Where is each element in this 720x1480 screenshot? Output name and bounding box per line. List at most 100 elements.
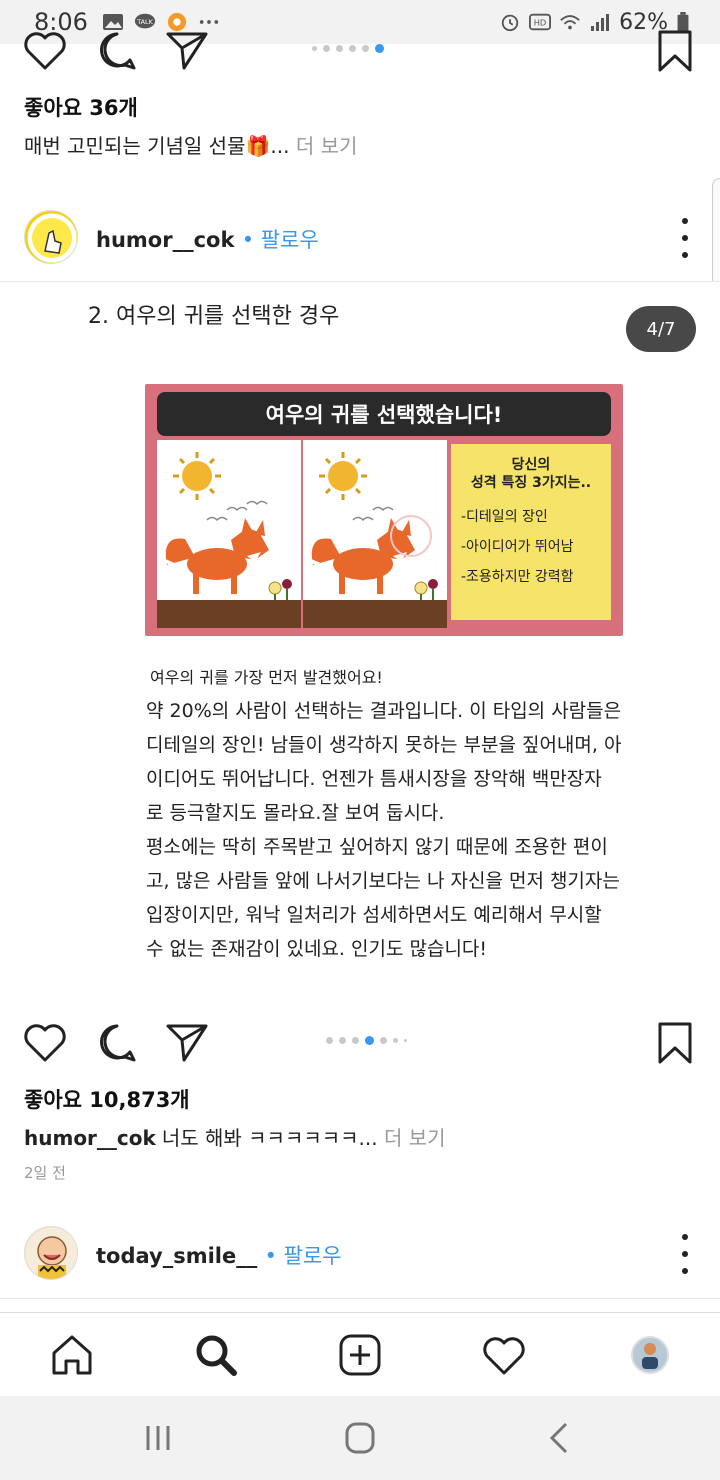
search-icon bbox=[196, 1335, 237, 1376]
like-button[interactable] bbox=[22, 28, 68, 74]
follow-button[interactable]: • 팔로우 bbox=[242, 228, 319, 252]
carousel-dot bbox=[336, 45, 343, 52]
nav-home[interactable] bbox=[48, 1331, 96, 1379]
bottom-nav bbox=[0, 1312, 720, 1396]
post-image[interactable]: 2. 여우의 귀를 선택한 경우 4/7 여우의 귀를 선택했습니다! 당신의 … bbox=[0, 282, 720, 1002]
heart-icon bbox=[483, 1337, 525, 1375]
ground bbox=[303, 600, 447, 628]
post2-caption-text: 너도 해봐 ㅋㅋㅋㅋㅋㅋ... bbox=[161, 1126, 378, 1150]
kebab-dot bbox=[682, 1268, 688, 1274]
post3-username[interactable]: today_smile__ • 팔로우 bbox=[96, 1240, 342, 1270]
divider bbox=[0, 1298, 720, 1299]
carousel-dot-active bbox=[365, 1036, 374, 1045]
svg-text:TALK: TALK bbox=[136, 18, 153, 26]
post2-username[interactable]: humor__cok • 팔로우 bbox=[96, 224, 319, 254]
kebab-dot bbox=[682, 1234, 688, 1240]
back-button[interactable] bbox=[540, 1420, 580, 1456]
post1-caption: 매번 고민되는 기념일 선물🎁... 더 보기 bbox=[24, 130, 357, 159]
carousel-dot bbox=[349, 45, 356, 52]
back-chevron-icon bbox=[549, 1422, 568, 1454]
carousel-dot bbox=[380, 1037, 387, 1044]
system-nav-bar bbox=[0, 1396, 720, 1480]
carousel-dots bbox=[312, 44, 384, 53]
more-options-button[interactable] bbox=[680, 218, 690, 258]
share-button[interactable] bbox=[164, 1020, 210, 1066]
more-link[interactable]: 더 보기 bbox=[384, 1126, 446, 1150]
result-panel: 여우의 귀를 선택했습니다! 당신의 성격 특징 3가지는.. -디테일의 장인… bbox=[145, 384, 623, 636]
nav-activity[interactable] bbox=[480, 1331, 528, 1379]
more-link[interactable]: 더 보기 bbox=[296, 134, 358, 158]
comment-button[interactable] bbox=[94, 28, 140, 74]
send-icon bbox=[166, 1024, 208, 1062]
kebab-dot bbox=[682, 252, 688, 258]
heart-icon bbox=[24, 32, 66, 70]
image-text-line: 입장이지만, 워낙 일처리가 섬세하면서도 예리해서 무시할 bbox=[146, 904, 602, 926]
trait-title-line2: 성격 특징 3가지는.. bbox=[470, 475, 592, 491]
home-system-button[interactable] bbox=[340, 1420, 380, 1456]
like-button[interactable] bbox=[22, 1020, 68, 1066]
post3-header: today_smile__ • 팔로우 bbox=[0, 1218, 720, 1288]
ground bbox=[157, 600, 301, 628]
nav-new-post[interactable] bbox=[336, 1331, 384, 1379]
trait-title: 당신의 성격 특징 3가지는.. bbox=[451, 456, 611, 492]
trait-item: -아이디어가 뛰어남 bbox=[461, 539, 574, 555]
username-text[interactable]: humor__cok bbox=[96, 228, 234, 252]
save-button[interactable] bbox=[652, 1020, 698, 1066]
post2-actions bbox=[0, 1020, 720, 1080]
avatar[interactable] bbox=[24, 1226, 78, 1280]
comment-button[interactable] bbox=[94, 1020, 140, 1066]
image-text-line: 수 없는 존재감이 있네요. 인기도 많습니다! bbox=[146, 938, 488, 960]
image-text-line: 디테일의 장인! 남들이 생각하지 못하는 부분을 짚어내며, 아 bbox=[146, 734, 622, 756]
trait-item: -디테일의 장인 bbox=[461, 509, 548, 525]
carousel-dot bbox=[393, 1038, 398, 1043]
image-text-line: 이디어도 뛰어납니다. 언젠가 틈새시장을 장악해 백만장자 bbox=[146, 768, 602, 790]
trait-box: 당신의 성격 특징 3가지는.. -디테일의 장인 -아이디어가 뛰어남 -조용… bbox=[451, 444, 611, 620]
heart-icon bbox=[24, 1024, 66, 1062]
post1-likes[interactable]: 좋아요 36개 bbox=[24, 92, 138, 122]
post1-caption-text: 매번 고민되는 기념일 선물🎁... bbox=[24, 134, 290, 158]
home-square-icon bbox=[345, 1422, 375, 1454]
caption-username[interactable]: humor__cok bbox=[24, 1126, 156, 1150]
save-button[interactable] bbox=[652, 28, 698, 74]
profile-avatar-icon bbox=[631, 1336, 669, 1374]
avatar[interactable] bbox=[24, 210, 78, 264]
avatar-today-smile bbox=[26, 1228, 77, 1279]
recent-apps-button[interactable] bbox=[138, 1420, 178, 1456]
carousel-dot bbox=[339, 1037, 346, 1044]
carousel-dots bbox=[326, 1036, 407, 1045]
carousel-dot bbox=[326, 1037, 333, 1044]
post1-actions bbox=[0, 28, 720, 88]
kebab-dot bbox=[682, 235, 688, 241]
sun-icon bbox=[173, 452, 221, 500]
comment-icon bbox=[100, 1024, 136, 1062]
follow-button[interactable]: • 팔로우 bbox=[265, 1244, 342, 1268]
image-text-line: 여우의 귀를 가장 먼저 발견했어요! bbox=[150, 668, 383, 687]
svg-text:HD: HD bbox=[534, 18, 547, 28]
more-options-button[interactable] bbox=[680, 1234, 690, 1274]
send-icon bbox=[166, 32, 208, 70]
share-button[interactable] bbox=[164, 28, 210, 74]
trait-item: -조용하지만 강력함 bbox=[461, 569, 574, 585]
carousel-dot bbox=[404, 1039, 407, 1042]
trait-title-line1: 당신의 bbox=[511, 457, 551, 473]
post2-likes[interactable]: 좋아요 10,873개 bbox=[24, 1084, 190, 1114]
kebab-dot bbox=[682, 218, 688, 224]
recent-apps-icon bbox=[146, 1426, 170, 1450]
carousel-dot-active bbox=[375, 44, 384, 53]
image-text-line: 고, 많은 사람들 앞에 나서기보다는 나 자신을 먼저 챙기자는 bbox=[146, 870, 620, 892]
image-heading: 2. 여우의 귀를 선택한 경우 bbox=[88, 304, 340, 329]
carousel-dot bbox=[323, 45, 330, 52]
panel-title: 여우의 귀를 선택했습니다! bbox=[157, 392, 611, 436]
fox-scene-left bbox=[157, 440, 301, 628]
nav-search[interactable] bbox=[192, 1331, 240, 1379]
carousel-dot bbox=[352, 1037, 359, 1044]
post2-header: humor__cok • 팔로우 bbox=[0, 202, 720, 272]
post-time: 2일 전 bbox=[24, 1164, 66, 1182]
nav-profile[interactable] bbox=[626, 1331, 674, 1379]
avatar-humor-cok bbox=[25, 211, 77, 263]
home-icon bbox=[52, 1335, 92, 1375]
carousel-dot bbox=[312, 46, 317, 51]
carousel-dot bbox=[362, 45, 369, 52]
username-text[interactable]: today_smile__ bbox=[96, 1244, 257, 1268]
carousel-counter: 4/7 bbox=[626, 306, 696, 352]
